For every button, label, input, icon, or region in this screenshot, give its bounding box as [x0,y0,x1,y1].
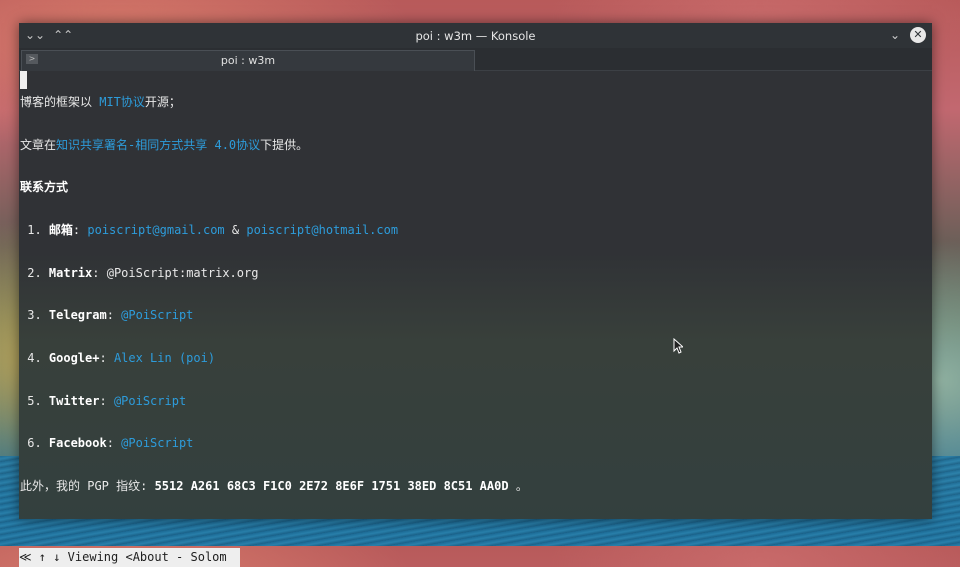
telegram-link[interactable]: @PoiScript [121,308,193,322]
item-label: Google+ [48,351,100,365]
contact-item-telegram: 3. Telegram: @PoiScript [20,307,193,323]
tab-bar: > poi : w3m [19,48,932,71]
articles-license-line: 文章在知识共享署名-相同方式共享 4.0协议下提供。 [20,137,308,153]
item-number: 4. [20,351,49,365]
gmail-link[interactable]: poiscript@gmail.com [87,223,224,237]
license-line: 博客的框架以 MIT协议开源； [20,94,181,110]
w3m-status-bar: ≪ ↑ ↓ Viewing <About - Solom [19,548,240,567]
tab-poi-w3m[interactable]: > poi : w3m [21,50,475,71]
tab-label: poi : w3m [220,54,276,67]
contact-item-matrix: 2. Matrix: @PoiScript:matrix.org [20,265,258,281]
text: 此外，我的 PGP 指纹: [20,479,155,493]
matrix-id: @PoiScript:matrix.org [106,266,259,280]
terminal-area[interactable]: 博客的框架以 MIT协议开源； 文章在知识共享署名-相同方式共享 4.0协议下提… [19,71,932,567]
item-label: Twitter [48,394,100,408]
text: 下提供。 [260,138,309,152]
contact-item-facebook: 6. Facebook: @PoiScript [20,435,193,451]
pgp-fingerprint: 5512 A261 68C3 F1C0 2E72 8E6F 1751 38ED … [154,479,509,493]
mouse-pointer-icon [673,338,683,354]
title-bar[interactable]: ⌄⌄ ⌃⌃ poi : w3m — Konsole ⌄ ✕ [19,23,932,48]
text: : [99,351,114,365]
text-cursor [20,71,27,89]
close-button[interactable]: ✕ [910,27,926,43]
item-label: Facebook [48,436,107,450]
pgp-fingerprint-line: 此外，我的 PGP 指纹: 5512 A261 68C3 F1C0 2E72 8… [20,478,528,494]
window-title: poi : w3m — Konsole [415,29,536,43]
text: 开源； [144,95,181,109]
item-label: Matrix [48,266,93,280]
text: : [106,308,122,322]
text: : [99,394,114,408]
text: 博客的框架以 [20,95,100,109]
contact-item-twitter: 5. Twitter: @PoiScript [20,393,186,409]
item-number: 2. [20,266,49,280]
hotmail-link[interactable]: poiscript@hotmail.com [246,223,398,237]
item-number: 1. [20,223,49,237]
text: 文章在 [20,138,57,152]
text: : [106,436,122,450]
cc-license-link[interactable]: 知识共享署名-相同方式共享 4.0协议 [56,138,260,152]
facebook-link[interactable]: @PoiScript [121,436,193,450]
text: : [92,266,107,280]
googleplus-link[interactable]: Alex Lin (poi) [114,351,215,365]
mit-license-link[interactable]: MIT协议 [99,95,145,109]
item-number: 6. [20,436,49,450]
twitter-link[interactable]: @PoiScript [114,394,186,408]
text: & [224,223,247,237]
item-label: 邮箱 [48,223,73,237]
minimize-chevron-icon[interactable]: ⌄ [890,28,900,42]
text: : [72,223,88,237]
item-number: 5. [20,394,49,408]
item-number: 3. [20,308,49,322]
contact-item-email: 1. 邮箱: poiscript@gmail.com & poiscript@h… [20,222,398,238]
item-label: Telegram [48,308,107,322]
konsole-window: ⌄⌄ ⌃⌃ poi : w3m — Konsole ⌄ ✕ > poi : w3… [19,23,932,567]
contact-heading: 联系方式 [20,180,69,194]
text: 。 [508,479,528,493]
contact-item-googleplus: 4. Google+: Alex Lin (poi) [20,350,215,366]
